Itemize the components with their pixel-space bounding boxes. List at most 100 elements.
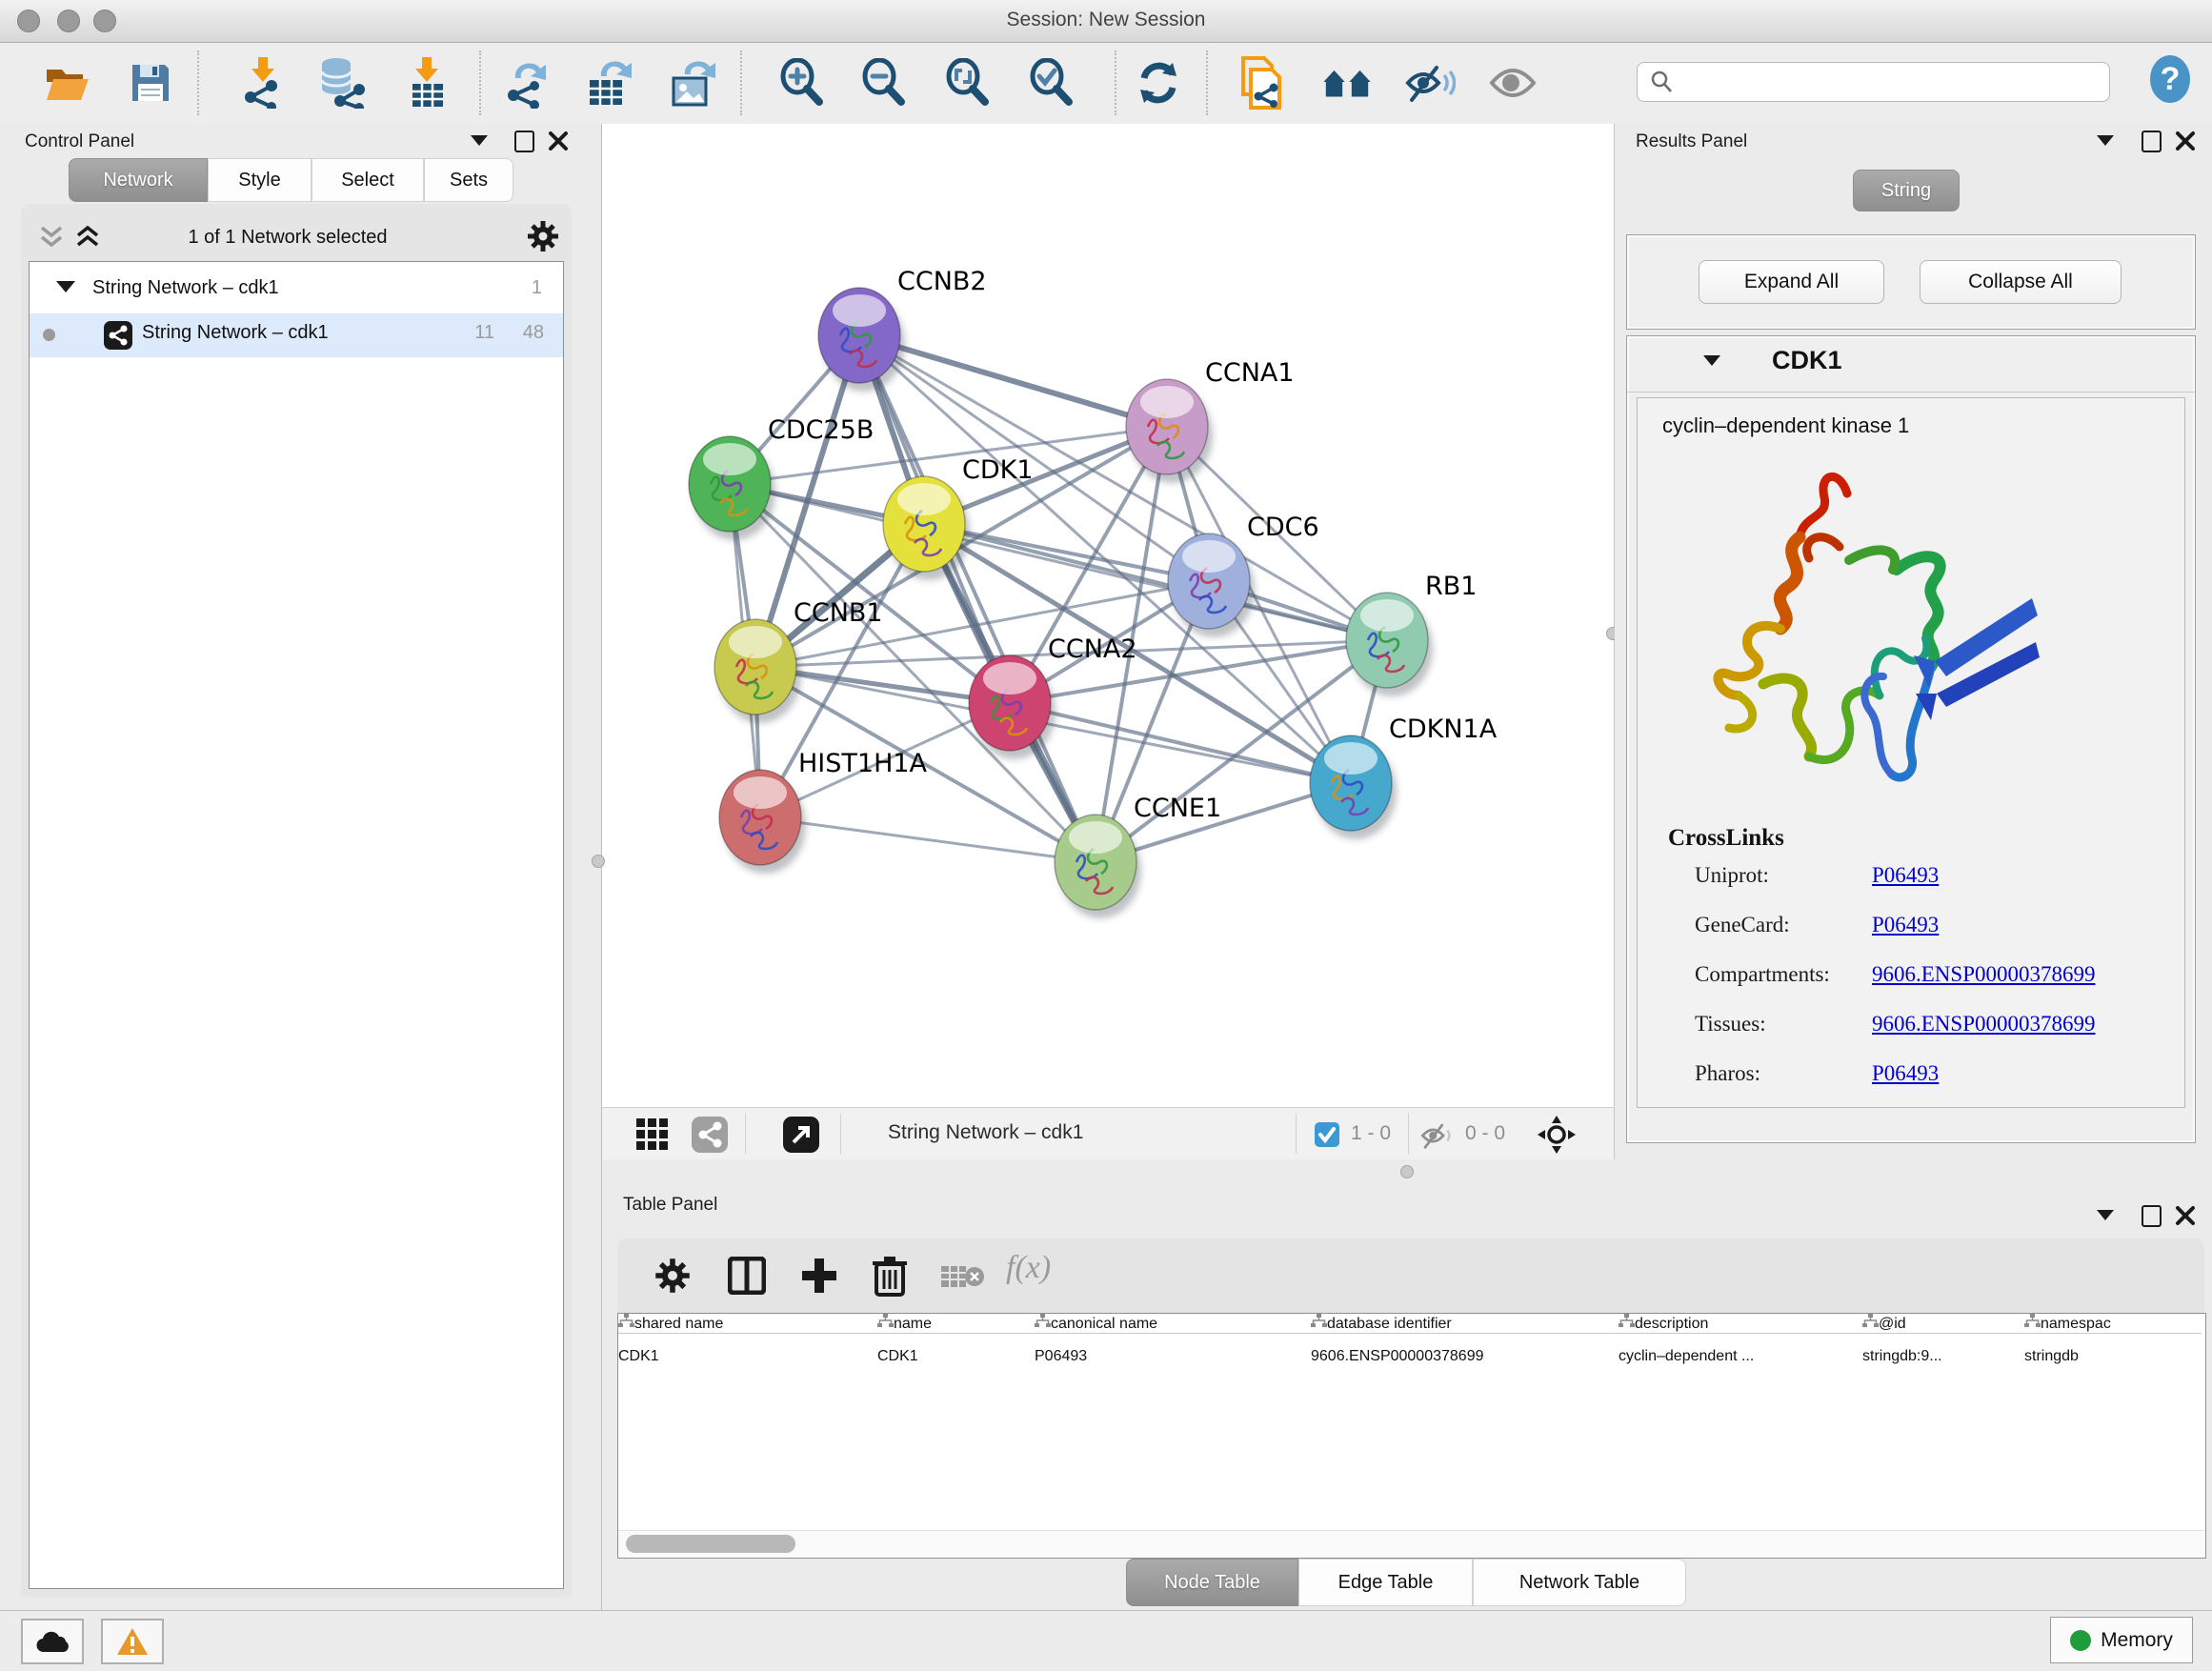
tree-expand-caret-icon[interactable]	[56, 281, 75, 292]
column-header-namespac[interactable]: namespac	[2024, 1314, 2202, 1333]
table-options-gear-icon[interactable]	[654, 1257, 692, 1295]
network-node-rb1[interactable]: RB1	[1346, 572, 1477, 696]
search-input[interactable]	[1637, 62, 2110, 102]
network-node-ccna1[interactable]: CCNA1	[1126, 358, 1295, 483]
open-in-new-window-icon[interactable]	[783, 1117, 819, 1153]
network-graph[interactable]: CCNB2CCNA1CDC25BCDK1CDC6RB1CCNB1CCNA2CDK…	[602, 124, 1614, 1107]
table-cell[interactable]: CDK1	[877, 1348, 1035, 1365]
panel-menu-caret-icon[interactable]	[2097, 135, 2114, 146]
tab-style[interactable]: Style	[208, 158, 312, 202]
network-node-hist1h1a[interactable]: HIST1H1A	[719, 749, 928, 874]
crosslink-value-link[interactable]: 9606.ENSP00000378699	[1872, 962, 2096, 987]
column-header-canonical-name[interactable]: canonical name	[1035, 1314, 1311, 1333]
zoom-selected-button[interactable]	[1025, 56, 1078, 110]
panel-float-icon[interactable]	[2142, 1205, 2162, 1227]
hidden-eye-icon[interactable]	[1419, 1121, 1456, 1150]
home-button[interactable]	[1320, 56, 1374, 110]
network-edge[interactable]	[1010, 703, 1351, 783]
network-options-gear-icon[interactable]	[526, 219, 560, 253]
birds-eye-crosshair-icon[interactable]	[1538, 1116, 1576, 1154]
delete-column-trash-icon[interactable]	[871, 1255, 909, 1297]
expand-all-chevron-icon[interactable]	[74, 225, 101, 250]
network-tree-root-row[interactable]: String Network – cdk1 1	[30, 270, 563, 312]
tab-string[interactable]: String	[1853, 170, 1960, 211]
export-image-button[interactable]	[667, 56, 720, 110]
column-header-@id[interactable]: @id	[1862, 1314, 2024, 1333]
help-button[interactable]: ?	[2143, 52, 2197, 106]
export-table-button[interactable]	[583, 56, 636, 110]
table-cell[interactable]: stringdb	[2024, 1348, 2202, 1365]
copy-session-button[interactable]	[1234, 56, 1287, 110]
network-canvas[interactable]: CCNB2CCNA1CDC25BCDK1CDC6RB1CCNB1CCNA2CDK…	[602, 124, 1615, 1107]
column-header-database-identifier[interactable]: database identifier	[1311, 1314, 1619, 1333]
cloud-status-button[interactable]	[21, 1619, 84, 1664]
show-all-eye-icon-button[interactable]	[1486, 56, 1539, 110]
crosslink-value-link[interactable]: P06493	[1872, 913, 1939, 937]
network-edge[interactable]	[859, 335, 1096, 862]
panel-close-icon[interactable]	[2175, 1205, 2196, 1226]
gene-collapse-caret-icon[interactable]	[1703, 355, 1720, 366]
tab-select[interactable]: Select	[312, 158, 424, 202]
panel-menu-caret-icon[interactable]	[471, 135, 488, 146]
show-columns-icon[interactable]	[728, 1257, 766, 1295]
import-network-from-file-button[interactable]	[236, 56, 290, 110]
application-window: Session: New Session	[0, 0, 2212, 1671]
tab-network[interactable]: Network	[69, 158, 208, 202]
table-hscrollbar[interactable]	[618, 1530, 2205, 1558]
table-cell[interactable]: CDK1	[618, 1348, 877, 1365]
crosslink-value-link[interactable]: P06493	[1872, 1061, 1939, 1086]
column-header-description[interactable]: description	[1619, 1314, 1862, 1333]
node-table-row[interactable]: CDK1CDK1P064939606.ENSP00000378699cyclin…	[618, 1348, 2202, 1365]
panel-menu-caret-icon[interactable]	[2097, 1210, 2114, 1220]
panel-close-icon[interactable]	[2175, 131, 2196, 151]
function-builder-icon[interactable]: f(x)	[1006, 1250, 1051, 1286]
panel-close-icon[interactable]	[548, 131, 569, 151]
zoom-in-button[interactable]	[775, 56, 829, 110]
tab-sets[interactable]: Sets	[424, 158, 513, 202]
crosslink-value-link[interactable]: P06493	[1872, 863, 1939, 888]
zoom-out-button[interactable]	[857, 56, 911, 110]
delete-table-icon[interactable]	[941, 1262, 985, 1291]
table-cell[interactable]: cyclin–dependent ...	[1619, 1348, 1862, 1365]
warnings-button[interactable]	[101, 1619, 164, 1664]
table-cell[interactable]: stringdb:9...	[1862, 1348, 2024, 1365]
left-splitter-handle[interactable]	[592, 855, 605, 868]
memory-button[interactable]: Memory	[2050, 1617, 2193, 1663]
create-column-plus-icon[interactable]	[800, 1257, 838, 1295]
open-session-button[interactable]	[40, 56, 93, 110]
network-share-view-icon[interactable]	[692, 1117, 728, 1153]
crosslink-value-link[interactable]: 9606.ENSP00000378699	[1872, 1012, 2096, 1037]
network-edge[interactable]	[760, 817, 1096, 862]
expand-all-button[interactable]: Expand All	[1699, 260, 1884, 304]
network-view-title: String Network – cdk1	[888, 1121, 1083, 1144]
zoom-fit-button[interactable]	[941, 56, 995, 110]
collapse-all-chevron-icon[interactable]	[38, 225, 65, 250]
network-node-ccna2[interactable]: CCNA2	[969, 634, 1137, 759]
splitter-handle[interactable]	[1400, 1165, 1414, 1178]
import-table-from-file-button[interactable]	[400, 56, 453, 110]
network-node-ccnb1[interactable]: CCNB1	[714, 598, 883, 723]
gene-section-header[interactable]: CDK1	[1627, 336, 2195, 393]
network-node-cdkn1a[interactable]: CDKN1A	[1310, 715, 1498, 839]
table-cell[interactable]: P06493	[1035, 1348, 1311, 1365]
collapse-all-button[interactable]: Collapse All	[1920, 260, 2122, 304]
tab-node-table[interactable]: Node Table	[1126, 1559, 1298, 1606]
network-edge[interactable]	[859, 335, 1167, 427]
network-node-ccne1[interactable]: CCNE1	[1055, 794, 1221, 918]
hide-selection-icon-button[interactable]	[1403, 56, 1457, 110]
export-network-button[interactable]	[501, 56, 554, 110]
tab-edge-table[interactable]: Edge Table	[1298, 1559, 1473, 1606]
panel-float-icon[interactable]	[514, 131, 534, 152]
tab-network-table[interactable]: Network Table	[1473, 1559, 1686, 1606]
import-network-from-database-button[interactable]	[314, 56, 368, 110]
panel-float-icon[interactable]	[2142, 131, 2162, 152]
table-cell[interactable]: 9606.ENSP00000378699	[1311, 1348, 1619, 1365]
grid-view-icon[interactable]	[636, 1118, 669, 1151]
save-session-button[interactable]	[124, 56, 177, 110]
network-tree-selected-row[interactable]: String Network – cdk1 11 48	[30, 313, 563, 357]
column-header-name[interactable]: name	[877, 1314, 1035, 1333]
column-header-shared-name[interactable]: shared name	[618, 1314, 877, 1333]
selected-checkbox-icon[interactable]	[1315, 1122, 1339, 1147]
scrollbar-thumb[interactable]	[626, 1535, 795, 1553]
refresh-button[interactable]	[1132, 56, 1185, 110]
